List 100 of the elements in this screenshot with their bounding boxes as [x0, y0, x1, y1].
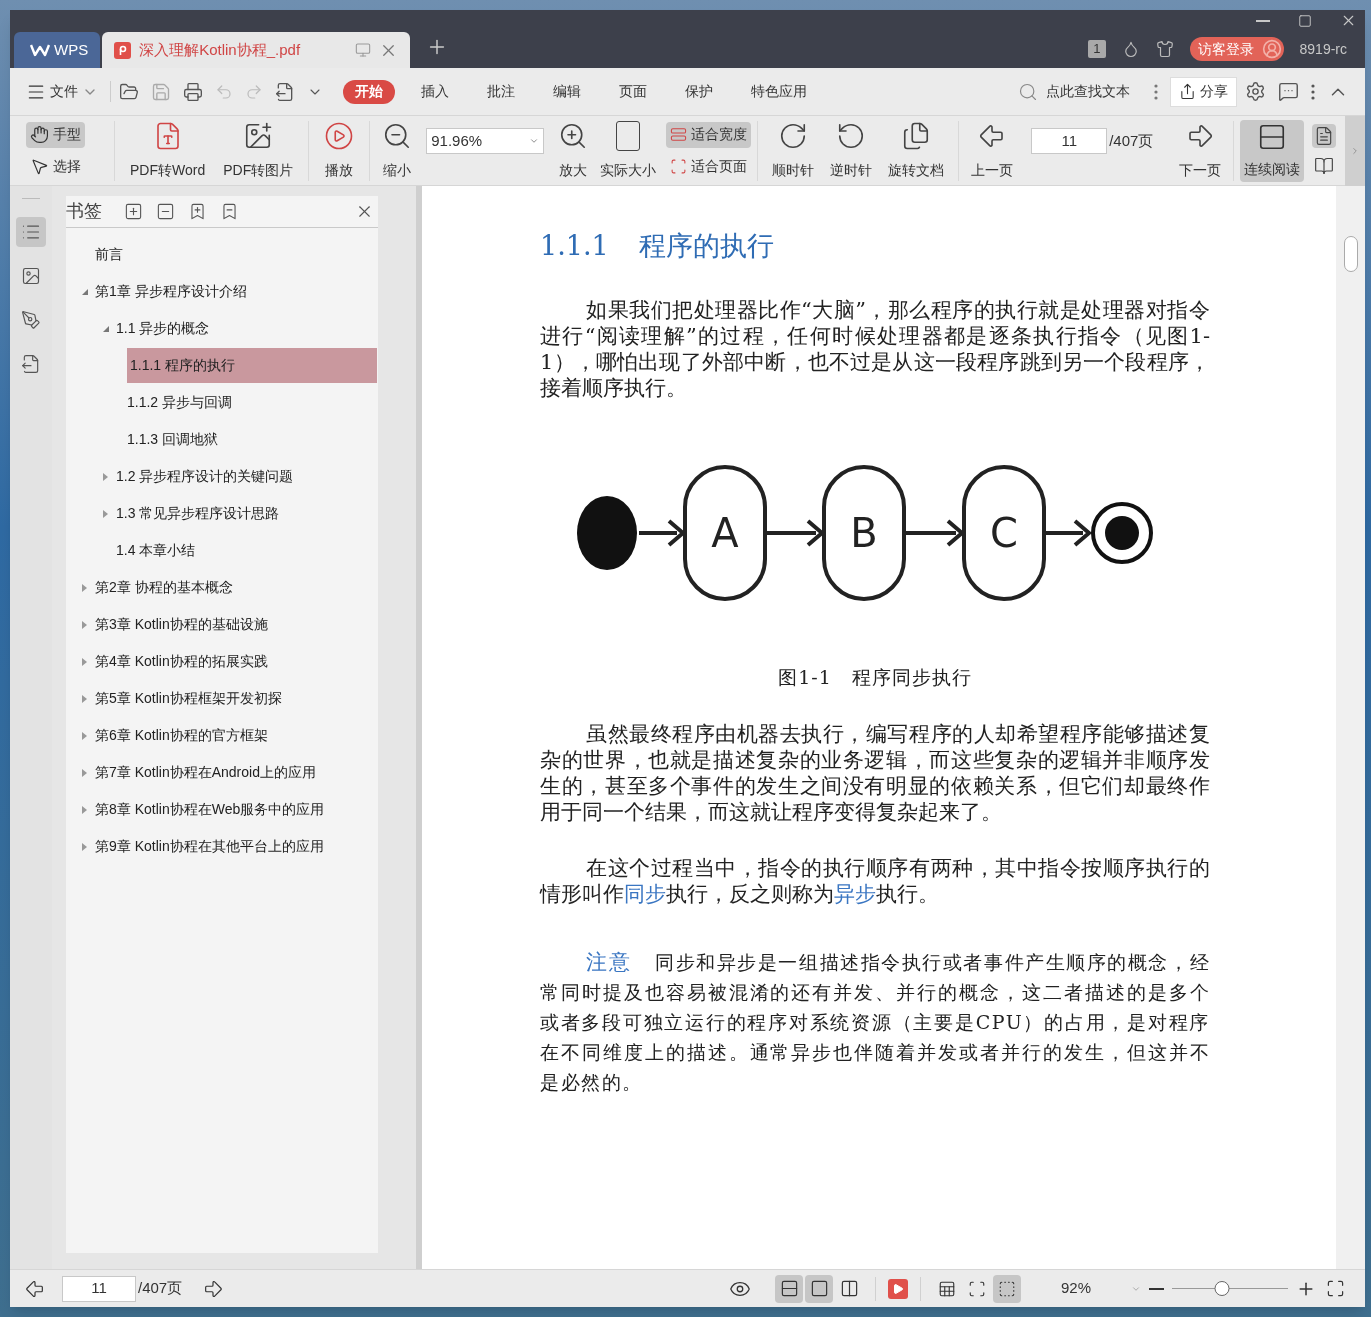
file-menu[interactable]: 文件 — [26, 81, 111, 102]
toolbar-button[interactable]: PDF转Word — [124, 120, 212, 181]
ribbon-tab[interactable]: 批注 — [475, 79, 527, 104]
bookmark-item[interactable]: 第3章 Kotlin协程的基础设施 — [95, 607, 377, 642]
fit-mode-button[interactable] — [993, 1274, 1021, 1303]
book-icon — [1314, 155, 1335, 176]
mode-button[interactable]: 手型 — [26, 121, 85, 148]
toolbar-button[interactable]: 播放 — [318, 120, 361, 181]
avatar-icon — [1261, 39, 1282, 59]
collapsed-triangle-icon[interactable] — [103, 509, 109, 518]
collapsed-triangle-icon[interactable] — [82, 842, 88, 851]
bookmark-item[interactable]: 第1章 异步程序设计介绍 — [95, 274, 377, 309]
ribbon-tab[interactable]: 开始 — [343, 79, 395, 104]
collapsed-triangle-icon[interactable] — [82, 805, 88, 814]
logo-icon — [30, 43, 50, 57]
scrollbar-thumb[interactable] — [1343, 236, 1358, 272]
zoom-select[interactable]: 91.96% — [426, 128, 545, 154]
ribbon-tab[interactable]: 特色应用 — [739, 79, 819, 104]
ribbon-tab[interactable]: 插入 — [409, 79, 461, 104]
more-icon[interactable] — [1311, 83, 1315, 100]
two-pages-icon — [839, 1279, 859, 1298]
print-icon — [183, 81, 203, 102]
view-mode-button[interactable] — [805, 1274, 833, 1303]
mode-button[interactable]: 选择 — [26, 153, 85, 180]
ribbon-tab[interactable]: 保护 — [673, 79, 725, 104]
toolbar-button[interactable]: 上一页 — [965, 120, 1020, 181]
page-total: /407页 — [1109, 130, 1154, 151]
bookmark-item[interactable]: 第5章 Kotlin协程框架开发初探 — [95, 681, 377, 716]
sidebar-tab[interactable] — [16, 217, 46, 247]
export-icon — [275, 81, 295, 102]
home-tab[interactable]: WPS — [14, 32, 101, 68]
view-mode-button[interactable] — [775, 1274, 803, 1303]
toolbar-button[interactable]: 放大 — [552, 120, 595, 181]
hand-icon — [30, 125, 49, 144]
state-node: C — [962, 464, 1046, 601]
toolbar-button[interactable]: 实际大小 — [594, 120, 663, 181]
toolbar-button[interactable]: 旋转文档 — [882, 120, 951, 181]
bookmark-item[interactable]: 1.2 异步程序设计的关键问题 — [116, 459, 377, 494]
section-heading: 1.1.1 程序的执行 — [540, 229, 775, 263]
slideshow-icon[interactable] — [888, 1278, 908, 1299]
toolbar-button[interactable]: 下一页 — [1173, 120, 1228, 181]
share-button[interactable]: 分享 — [1170, 76, 1237, 107]
paragraph: 在这个过程当中，指令的执行顺序有两种，其中指令按顺序执行的情形叫作同步执行，反之则称为异步执行。 — [540, 855, 1210, 907]
add-bookmark-icon — [188, 202, 207, 221]
pdf-icon — [114, 41, 132, 59]
zoom-out-icon[interactable] — [1149, 1287, 1164, 1290]
bookmark-item[interactable]: 第8章 Kotlin协程在Web服务中的应用 — [95, 792, 377, 827]
toolbar-button[interactable]: PDF转图片 — [217, 120, 300, 181]
page-number-field[interactable]: 11 — [62, 1275, 136, 1302]
collapsed-triangle-icon[interactable] — [82, 657, 88, 666]
expanded-triangle-icon[interactable] — [82, 287, 88, 296]
collapsed-triangle-icon[interactable] — [82, 620, 88, 629]
toolbar-button[interactable]: 顺时针 — [766, 120, 821, 181]
bookmark-item[interactable]: 第4章 Kotlin协程的拓展实践 — [95, 644, 377, 679]
save-icon — [151, 81, 171, 102]
remove-bookmark-icon — [220, 202, 239, 221]
toolbar-button[interactable]: 缩小 — [376, 120, 419, 181]
collapsed-triangle-icon[interactable] — [82, 694, 88, 703]
expanded-triangle-icon[interactable] — [103, 324, 109, 333]
note-paragraph: 注意 同步和异步是一组描述指令执行或者事件产生顺序的概念，经常同时提及也容易被混淆的还有并发、并行的概念，这二者描述的是多个或者多段可独立运行的程序对系统资源（主要是CPU）的占用，是对程序在不同维度上的描述。通常异步也伴随着并发或者并行的发生，但这并不是必然的。 — [540, 949, 1210, 1095]
maximize-icon — [1298, 13, 1312, 28]
zoom-slider[interactable] — [1172, 1280, 1288, 1297]
collapsed-triangle-icon[interactable] — [82, 768, 88, 777]
bookmark-item[interactable]: 1.1.1 程序的执行 — [127, 348, 377, 383]
redo-icon — [245, 82, 263, 101]
bookmark-item[interactable]: 第6章 Kotlin协程的官方框架 — [95, 718, 377, 753]
fullscreen-icon — [1326, 1279, 1345, 1298]
ribbon-tab[interactable]: 页面 — [607, 79, 659, 104]
more-icon[interactable] — [1154, 83, 1158, 100]
bookmark-item[interactable]: 1.1.3 回调地狱 — [127, 422, 377, 457]
window-count-badge[interactable]: 1 — [1088, 40, 1106, 58]
bookmark-item[interactable]: 前言 — [95, 237, 377, 272]
undo-icon — [215, 82, 233, 101]
bookmark-item[interactable]: 1.1.2 异步与回调 — [127, 385, 377, 420]
zoom-value[interactable]: 92% — [1061, 1277, 1121, 1300]
open-folder-icon — [119, 81, 139, 102]
fit-button[interactable]: 适合页面 — [666, 153, 752, 180]
search-field[interactable]: 点此查找文本 — [1046, 81, 1146, 102]
document-tab[interactable]: 深入理解Kotlin协程_.pdf — [102, 32, 411, 68]
play-icon — [324, 120, 355, 151]
bookmark-item[interactable]: 1.1 异步的概念 — [116, 311, 377, 346]
bookmark-item[interactable]: 第2章 协程的基本概念 — [95, 570, 377, 605]
pen-icon — [21, 310, 41, 330]
minimize-icon[interactable] — [1256, 19, 1270, 22]
bookmark-item[interactable]: 1.4 本章小结 — [116, 533, 377, 568]
bookmark-item[interactable]: 1.3 常见异步程序设计思路 — [116, 496, 377, 531]
ribbon-tab[interactable]: 编辑 — [541, 79, 593, 104]
bookmark-item[interactable]: 第9章 Kotlin协程在其他平台上的应用 — [95, 829, 377, 864]
bookmark-item[interactable]: 第7章 Kotlin协程在Android上的应用 — [95, 755, 377, 790]
end-node — [1091, 501, 1153, 564]
fit-button[interactable]: 适合宽度 — [666, 121, 752, 148]
collapsed-triangle-icon[interactable] — [82, 583, 88, 592]
collapsed-triangle-icon[interactable] — [82, 731, 88, 740]
collapsed-triangle-icon[interactable] — [103, 472, 109, 481]
page-number-field[interactable]: 11 — [1031, 128, 1108, 154]
slider-thumb[interactable] — [1214, 1281, 1230, 1296]
toolbar-button[interactable]: 逆时针 — [824, 120, 879, 181]
settings-icon — [1245, 81, 1266, 102]
continuous-read-button[interactable]: 连续阅读 — [1240, 119, 1305, 182]
caret-icon — [529, 136, 540, 146]
